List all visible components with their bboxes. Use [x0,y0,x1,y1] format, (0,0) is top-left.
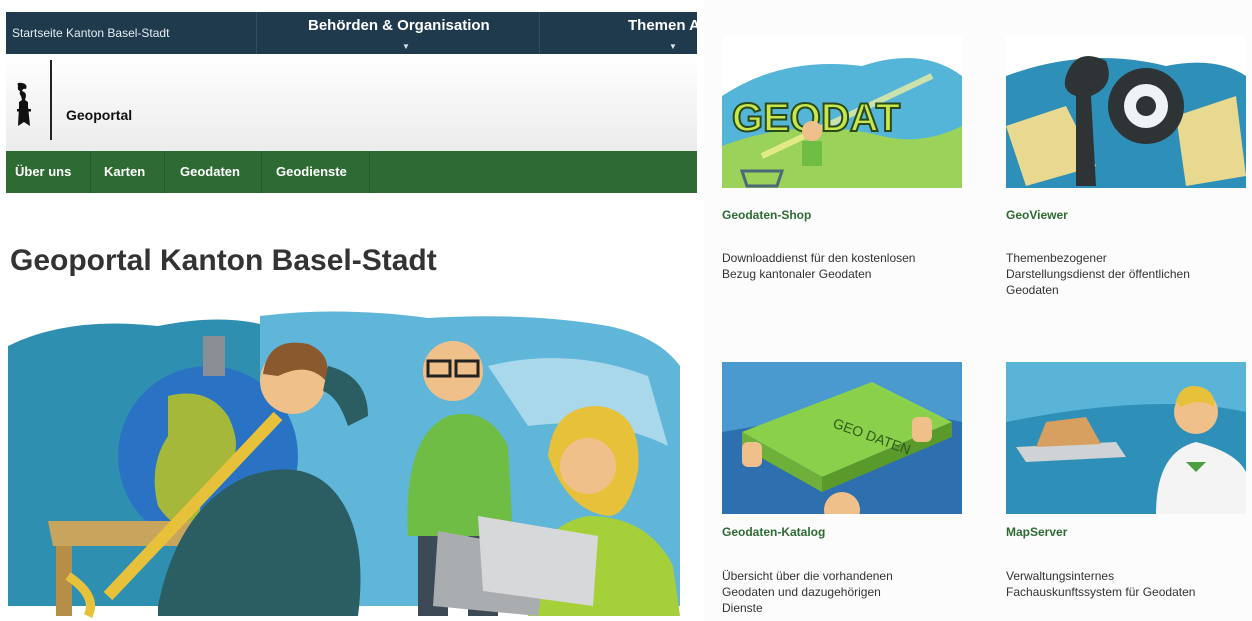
nav-divider [261,151,262,193]
header-divider [50,60,52,140]
nav-item-geodaten[interactable]: Geodaten [180,151,240,193]
page-title: Geoportal Kanton Basel-Stadt [10,244,437,277]
services-panel: GEODAT Geodaten-Shop Downloaddienst für … [704,0,1252,621]
site-name[interactable]: Geoportal [66,107,132,123]
divider [539,12,540,54]
top-bar: Startseite Kanton Basel-Stadt Behörden &… [6,12,697,54]
geoviewer-illustration[interactable] [1006,36,1246,188]
nav-item-ueber-uns[interactable]: Über uns [15,151,71,193]
divider [256,12,257,54]
tile-title[interactable]: MapServer [1006,525,1067,539]
nav-divider [164,151,165,193]
tile-title[interactable]: Geodaten-Katalog [722,525,825,539]
site-header: Geoportal [6,54,697,151]
main-navigation: Über uns Karten Geodaten Geodienste [6,151,697,193]
nav-item-geodienste[interactable]: Geodienste [276,151,347,193]
mapserver-illustration[interactable] [1006,362,1246,514]
tile-description: Verwaltungsinternes Fachauskunftssystem … [1006,569,1196,599]
tile-description: Übersicht über die vorhandenen Geodaten … [722,569,893,615]
hero-illustration [8,311,680,619]
nav-item-karten[interactable]: Karten [104,151,145,193]
chevron-down-icon: ▼ [669,42,677,51]
nav-divider [90,151,91,193]
nav-divider [369,151,370,193]
home-link[interactable]: Startseite Kanton Basel-Stadt [12,26,169,40]
basel-crest-icon[interactable] [14,82,34,130]
tile-title[interactable]: Geodaten-Shop [722,208,811,222]
topnav-themen[interactable]: Themen A [628,17,697,34]
main-page-panel: Startseite Kanton Basel-Stadt Behörden &… [0,0,697,621]
tile-title[interactable]: GeoViewer [1006,208,1068,222]
tile-description: Themenbezogener Darstellungsdienst der ö… [1006,251,1190,297]
geodaten-shop-illustration[interactable]: GEODAT [722,36,962,188]
geodaten-katalog-illustration[interactable]: GEO DATEN [722,362,962,514]
tile-description: Downloaddienst für den kostenlosen Bezug… [722,251,916,281]
topnav-behoerden[interactable]: Behörden & Organisation [308,17,490,34]
chevron-down-icon: ▼ [402,42,410,51]
